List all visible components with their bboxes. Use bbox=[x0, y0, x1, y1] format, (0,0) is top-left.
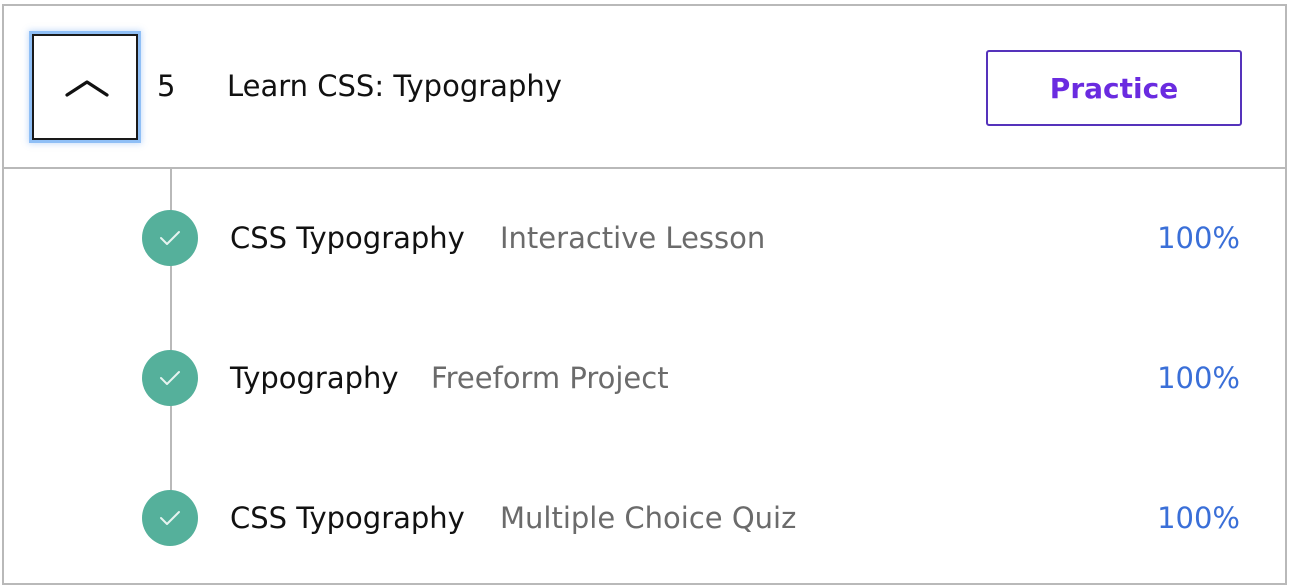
item-progress: 100% bbox=[1157, 221, 1240, 255]
quiz-item[interactable]: CSS Typography Multiple Choice Quiz 100% bbox=[4, 488, 1285, 548]
module-title: Learn CSS: Typography bbox=[227, 69, 562, 103]
item-title: CSS Typography bbox=[230, 501, 465, 535]
item-type: Interactive Lesson bbox=[500, 221, 766, 255]
collapse-toggle-button[interactable] bbox=[32, 34, 138, 140]
module-header: 5 Learn CSS: Typography Practice bbox=[4, 6, 1285, 169]
module-card: 5 Learn CSS: Typography Practice CSS Typ… bbox=[2, 4, 1287, 585]
practice-button[interactable]: Practice bbox=[986, 50, 1242, 126]
lesson-item[interactable]: CSS Typography Interactive Lesson 100% bbox=[4, 208, 1285, 268]
check-circle-icon bbox=[142, 210, 198, 266]
item-progress: 100% bbox=[1157, 501, 1240, 535]
item-title: Typography bbox=[230, 361, 399, 395]
item-type: Freeform Project bbox=[431, 361, 669, 395]
item-progress: 100% bbox=[1157, 361, 1240, 395]
module-number: 5 bbox=[157, 69, 176, 103]
project-item[interactable]: Typography Freeform Project 100% bbox=[4, 348, 1285, 408]
item-type: Multiple Choice Quiz bbox=[500, 501, 797, 535]
check-circle-icon bbox=[142, 490, 198, 546]
check-circle-icon bbox=[142, 350, 198, 406]
item-title: CSS Typography bbox=[230, 221, 465, 255]
chevron-up-icon bbox=[65, 80, 109, 97]
